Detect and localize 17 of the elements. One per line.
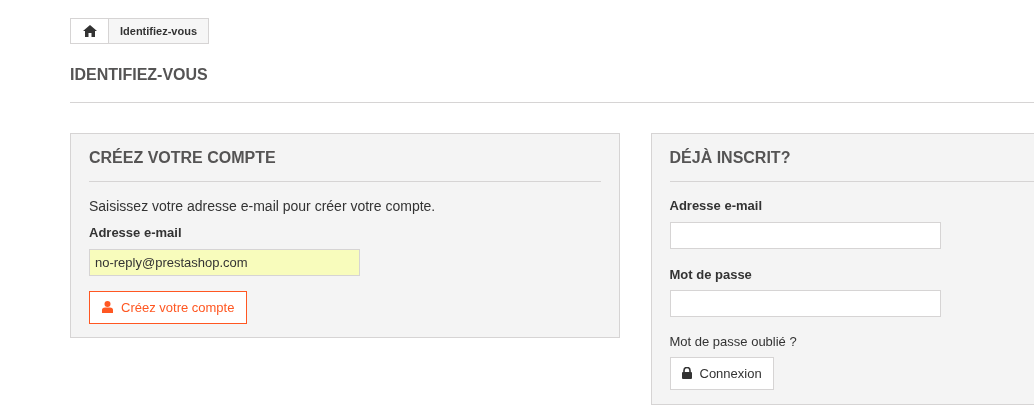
login-button[interactable]: Connexion xyxy=(669,356,774,390)
home-icon xyxy=(82,25,97,37)
home-link[interactable] xyxy=(71,19,109,43)
field-label: Adresse e-mail xyxy=(89,224,183,243)
field-label: Adresse e-mail xyxy=(669,197,763,216)
panel-title: CRÉEZ VOTRE COMPTE xyxy=(89,148,601,183)
breadcrumb-item: Identifiez-vous xyxy=(119,23,198,39)
panel-title: DÉJÀ INSCRIT? xyxy=(669,148,1034,183)
lock-icon xyxy=(681,367,692,380)
email-field[interactable] xyxy=(669,221,941,249)
user-icon xyxy=(102,301,113,314)
email-field[interactable]: no-reply@prestashop.com xyxy=(89,248,360,276)
intro-text: Saisissez votre adresse e-mail pour créer votre compte. xyxy=(89,197,437,217)
password-field[interactable] xyxy=(669,290,941,318)
forgot-password-link[interactable]: Mot de passe oublié ? xyxy=(669,334,797,350)
field-label: Mot de passe xyxy=(669,265,753,284)
page-title: IDENTIFIEZ-VOUS xyxy=(70,65,209,85)
